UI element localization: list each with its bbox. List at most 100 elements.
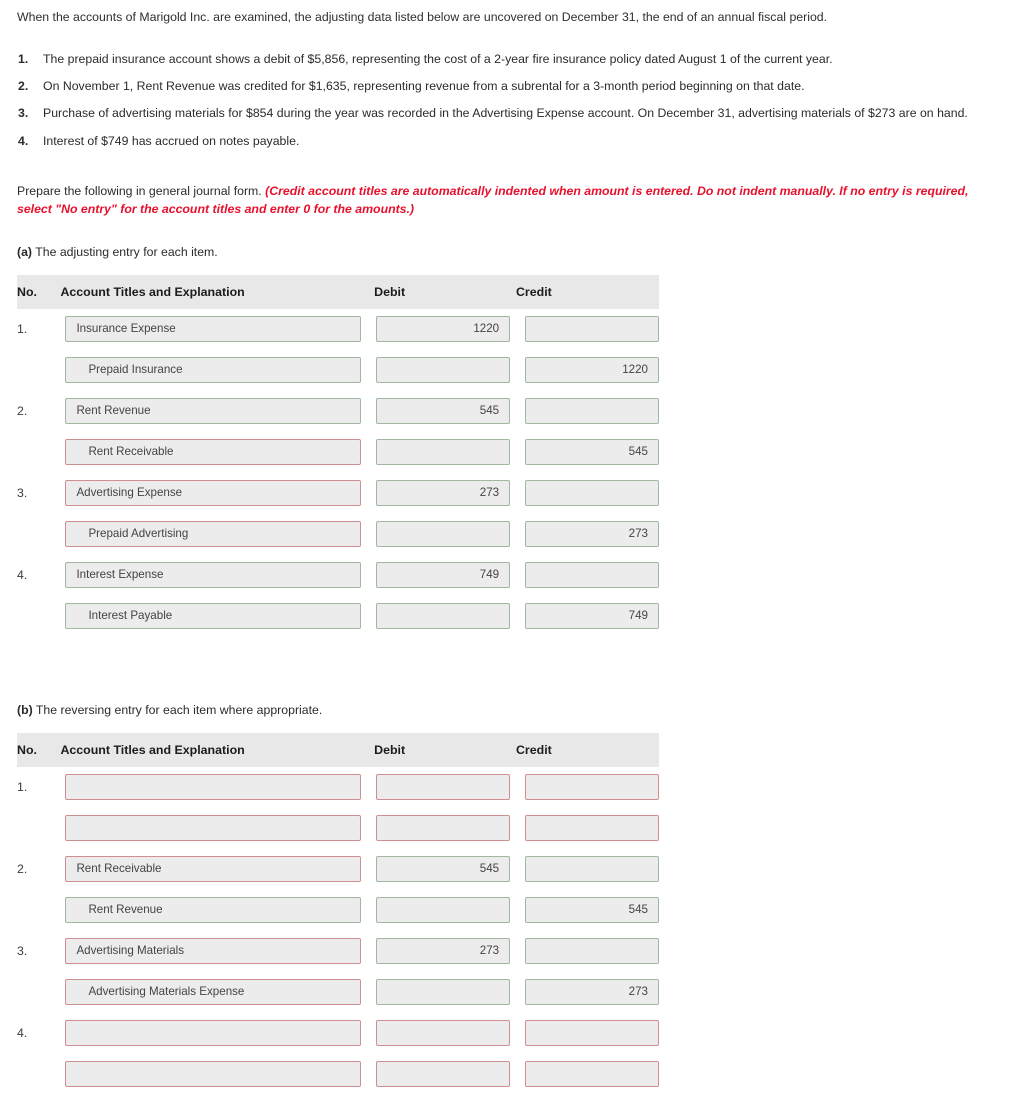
account-cell: Advertising Expense [60, 473, 374, 514]
column-header-account: Account Titles and Explanation [60, 732, 375, 767]
account-cell: Interest Expense [60, 555, 374, 596]
debit-input[interactable] [376, 897, 511, 924]
journal-row: 3. Advertising Materials 273 [17, 931, 659, 972]
credit-cell [516, 473, 659, 514]
account-title-input[interactable] [65, 1061, 362, 1088]
row-number: 2. [17, 404, 28, 419]
account-title-input[interactable]: Advertising Expense [65, 480, 362, 507]
debit-input[interactable] [376, 439, 511, 466]
debit-cell [374, 1054, 516, 1095]
account-title-input[interactable]: Insurance Expense [65, 316, 362, 343]
row-number: 1. [17, 780, 28, 795]
journal-table-b-head: No. Account Titles and Explanation Debit… [17, 732, 659, 767]
part-b-label: (b) The reversing entry for each item wh… [17, 703, 1012, 717]
journal-row: Prepaid Insurance 1220 [17, 350, 659, 391]
debit-cell [374, 350, 516, 391]
debit-input[interactable]: 749 [376, 562, 511, 589]
journal-row [17, 808, 659, 849]
journal-row: Rent Receivable 545 [17, 432, 659, 473]
credit-input[interactable]: 545 [524, 439, 659, 466]
credit-cell [516, 767, 659, 808]
credit-input[interactable] [524, 815, 659, 842]
credit-cell: 545 [516, 890, 659, 931]
account-cell: Rent Revenue [60, 391, 374, 432]
credit-cell [516, 1013, 659, 1054]
debit-input[interactable]: 273 [376, 480, 511, 507]
debit-cell: 749 [374, 555, 516, 596]
column-header-credit: Credit [515, 732, 659, 767]
part-a-prefix: (a) [17, 244, 33, 259]
debit-input[interactable]: 545 [376, 398, 511, 425]
row-number [17, 972, 60, 1013]
credit-input[interactable]: 1220 [524, 357, 659, 384]
row-number [17, 808, 60, 849]
debit-cell: 1220 [374, 309, 516, 350]
credit-input[interactable]: 273 [524, 979, 659, 1006]
journal-row: Interest Payable 749 [17, 596, 659, 637]
account-title-input[interactable]: Interest Payable [65, 603, 362, 630]
account-title-input[interactable]: Rent Receivable [65, 439, 362, 466]
debit-input[interactable] [376, 357, 511, 384]
credit-input[interactable] [524, 938, 659, 965]
credit-input[interactable] [524, 316, 659, 343]
credit-cell: 1220 [516, 350, 659, 391]
credit-input[interactable]: 545 [524, 897, 659, 924]
part-b-prefix: (b) [17, 702, 33, 717]
debit-input[interactable] [376, 1061, 511, 1088]
credit-input[interactable]: 273 [524, 521, 659, 548]
account-cell: Advertising Materials [60, 931, 374, 972]
debit-input[interactable]: 545 [376, 856, 511, 883]
debit-input[interactable] [376, 979, 511, 1006]
journal-row: 4. Interest Expense 749 [17, 555, 659, 596]
credit-cell: 273 [516, 972, 659, 1013]
column-header-no: No. [17, 732, 61, 767]
journal-row: 3. Advertising Expense 273 [17, 473, 659, 514]
debit-input[interactable] [376, 603, 511, 630]
credit-input[interactable] [524, 562, 659, 589]
part-b-text: The reversing entry for each item where … [32, 702, 323, 717]
account-cell [60, 767, 374, 808]
credit-cell [516, 555, 659, 596]
credit-input[interactable] [524, 1061, 659, 1088]
account-title-input[interactable]: Interest Expense [65, 562, 362, 589]
journal-row: Rent Revenue 545 [17, 890, 659, 931]
account-title-input[interactable]: Rent Receivable [65, 856, 362, 883]
account-title-input[interactable]: Prepaid Advertising [65, 521, 362, 548]
credit-input[interactable] [524, 480, 659, 507]
header-row: No. Account Titles and Explanation Debit… [17, 732, 659, 767]
debit-cell: 545 [374, 849, 516, 890]
account-cell [60, 808, 374, 849]
account-title-input[interactable] [65, 774, 362, 801]
credit-cell: 749 [516, 596, 659, 637]
credit-cell: 273 [516, 514, 659, 555]
journal-row: 2. Rent Revenue 545 [17, 391, 659, 432]
debit-cell [374, 808, 516, 849]
debit-cell [374, 767, 516, 808]
journal-table-a-body: 1. Insurance Expense 1220 Prepaid Insurance… [17, 309, 659, 637]
debit-input[interactable] [376, 774, 511, 801]
debit-input[interactable] [376, 815, 511, 842]
credit-input[interactable] [524, 856, 659, 883]
journal-table-b-body: 1. 2. Rent Receivable 545 Rent Revenue 545 3. A… [17, 767, 659, 1095]
account-title-input[interactable]: Prepaid Insurance [65, 357, 362, 384]
account-title-input[interactable]: Rent Revenue [65, 398, 362, 425]
credit-input[interactable] [524, 398, 659, 425]
credit-input[interactable] [524, 774, 659, 801]
account-cell: Insurance Expense [60, 309, 374, 350]
credit-cell [516, 391, 659, 432]
debit-input[interactable] [376, 521, 511, 548]
adjusting-data-item: The prepaid insurance account shows a de… [18, 51, 833, 69]
debit-cell [374, 596, 516, 637]
account-title-input[interactable]: Rent Revenue [65, 897, 362, 924]
account-cell: Prepaid Insurance [60, 350, 374, 391]
debit-input[interactable]: 1220 [376, 316, 511, 343]
account-title-input[interactable]: Advertising Materials Expense [65, 979, 362, 1006]
row-number [17, 890, 60, 931]
credit-input[interactable]: 749 [524, 603, 659, 630]
account-title-input[interactable] [65, 815, 362, 842]
debit-input[interactable]: 273 [376, 938, 511, 965]
credit-cell [516, 808, 659, 849]
journal-row [17, 1054, 659, 1095]
debit-cell [374, 1013, 516, 1054]
account-title-input[interactable]: Advertising Materials [65, 938, 362, 965]
